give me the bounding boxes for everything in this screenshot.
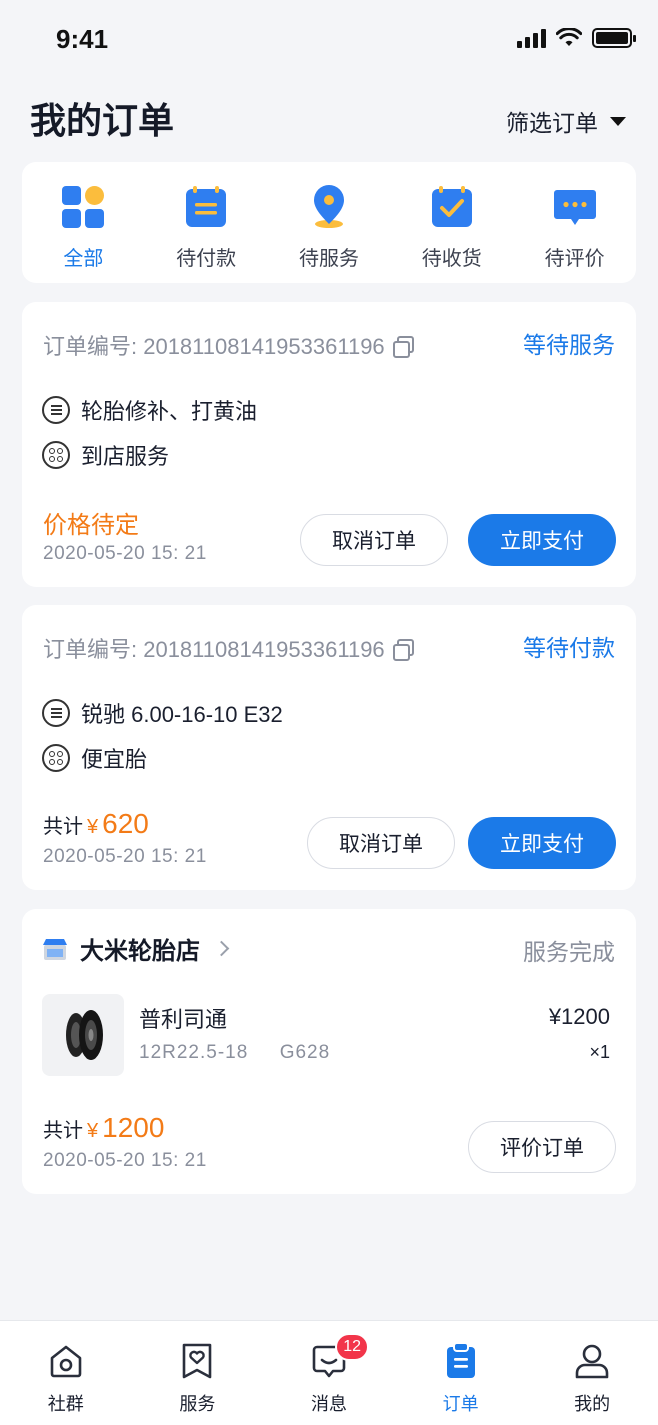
caret-down-icon bbox=[610, 116, 626, 126]
message-count-badge: 12 bbox=[335, 1333, 370, 1361]
tab-messages[interactable]: 12 消息 bbox=[263, 1321, 395, 1425]
order-item-line: 锐驰 6.00-16-10 E32 bbox=[42, 697, 283, 729]
cancel-order-button[interactable]: 取消订单 bbox=[300, 514, 448, 566]
cancel-order-button[interactable]: 取消订单 bbox=[307, 817, 455, 869]
tab-community[interactable]: 社群 bbox=[0, 1321, 132, 1425]
shop-icon bbox=[43, 938, 67, 960]
category-pending-review[interactable]: 待评价 bbox=[513, 162, 636, 283]
order-status: 等待服务 bbox=[523, 332, 615, 358]
list-icon bbox=[42, 396, 70, 424]
status-time: 9:41 bbox=[56, 24, 109, 54]
pending-payment-icon bbox=[186, 186, 227, 227]
order-card: 大米轮胎店 服务完成 普利司通 12R22.5-18 G628 ¥1200 ×1… bbox=[22, 909, 636, 1194]
product-price: ¥1200 bbox=[548, 1004, 610, 1029]
product-spec: 12R22.5-18 G628 bbox=[139, 1042, 331, 1063]
page-title: 我的订单 bbox=[30, 100, 175, 141]
shop-link[interactable]: 大米轮胎店 bbox=[42, 931, 230, 966]
chevron-right-icon bbox=[213, 940, 230, 957]
order-category-bar: 全部 待付款 待服务 待收货 待评价 bbox=[22, 162, 636, 283]
shop-name: 大米轮胎店 bbox=[80, 938, 200, 965]
list-icon bbox=[42, 699, 70, 727]
total-currency: ¥ bbox=[87, 816, 99, 838]
bottom-tab-bar: 社群 服务 12 消息 订单 我的 bbox=[0, 1320, 658, 1425]
order-card: 订单编号: 20181108141953361196 等待付款 锐驰 6.00-… bbox=[22, 605, 636, 890]
pending-receipt-icon bbox=[431, 186, 472, 227]
order-time: 2020-05-20 15: 21 bbox=[43, 846, 207, 867]
order-number: 订单编号: 20181108141953361196 bbox=[43, 637, 385, 662]
community-icon bbox=[50, 1345, 82, 1378]
battery-icon bbox=[592, 28, 636, 48]
grid-icon bbox=[42, 744, 70, 772]
total-label: 共计 bbox=[43, 1120, 83, 1142]
order-service-line: 便宜胎 bbox=[42, 742, 147, 774]
tab-service[interactable]: 服务 bbox=[132, 1321, 264, 1425]
pay-now-button[interactable]: 立即支付 bbox=[468, 514, 616, 566]
signal-icon bbox=[517, 28, 546, 48]
category-pending-payment[interactable]: 待付款 bbox=[145, 162, 268, 283]
category-pending-service-label: 待服务 bbox=[298, 248, 359, 270]
category-pending-service[interactable]: 待服务 bbox=[268, 162, 391, 283]
order-total: 共计 ¥ 620 bbox=[43, 808, 149, 840]
tab-orders-label: 订单 bbox=[442, 1394, 479, 1414]
order-card: 订单编号: 20181108141953361196 等待服务 轮胎修补、打黄油… bbox=[22, 302, 636, 587]
pay-now-button[interactable]: 立即支付 bbox=[468, 817, 616, 869]
category-pending-receipt[interactable]: 待收货 bbox=[390, 162, 513, 283]
orders-icon bbox=[446, 1342, 475, 1378]
price-pending: 价格待定 bbox=[43, 512, 139, 539]
filter-orders-label: 筛选订单 bbox=[506, 110, 598, 136]
category-pending-payment-label: 待付款 bbox=[176, 248, 237, 270]
all-orders-icon bbox=[62, 186, 105, 228]
order-service: 便宜胎 bbox=[81, 747, 148, 772]
total-value: 620 bbox=[102, 808, 149, 839]
category-all-label: 全部 bbox=[63, 248, 104, 270]
wifi-icon bbox=[556, 28, 582, 46]
profile-icon bbox=[575, 1344, 609, 1379]
copy-icon[interactable] bbox=[392, 639, 414, 661]
order-status: 等待付款 bbox=[523, 635, 615, 661]
status-bar: 9:41 bbox=[0, 0, 658, 80]
tab-profile[interactable]: 我的 bbox=[526, 1321, 658, 1425]
order-total: 共计 ¥ 1200 bbox=[43, 1112, 164, 1144]
category-all[interactable]: 全部 bbox=[22, 162, 145, 283]
tab-service-label: 服务 bbox=[179, 1394, 216, 1414]
grid-icon bbox=[42, 441, 70, 469]
product-name: 普利司通 bbox=[139, 1007, 228, 1032]
order-status: 服务完成 bbox=[523, 939, 615, 965]
order-item-line: 轮胎修补、打黄油 bbox=[42, 394, 257, 426]
total-label: 共计 bbox=[43, 816, 83, 838]
tab-messages-label: 消息 bbox=[310, 1394, 347, 1414]
tab-orders[interactable]: 订单 bbox=[395, 1321, 527, 1425]
order-time: 2020-05-20 15: 21 bbox=[43, 1150, 207, 1171]
total-value: 1200 bbox=[102, 1112, 165, 1143]
product-image[interactable] bbox=[42, 994, 124, 1076]
order-time: 2020-05-20 15: 21 bbox=[43, 543, 207, 564]
total-currency: ¥ bbox=[87, 1120, 99, 1142]
product-quantity: ×1 bbox=[589, 1042, 610, 1062]
pending-review-icon bbox=[553, 190, 596, 225]
pending-service-icon bbox=[313, 185, 344, 228]
order-service-line: 到店服务 bbox=[42, 439, 169, 471]
order-item: 锐驰 6.00-16-10 E32 bbox=[81, 702, 283, 727]
category-pending-review-label: 待评价 bbox=[544, 248, 605, 270]
order-number: 订单编号: 20181108141953361196 bbox=[43, 334, 385, 359]
tire-icon bbox=[66, 1010, 103, 1060]
tab-profile-label: 我的 bbox=[574, 1394, 611, 1414]
tab-community-label: 社群 bbox=[47, 1394, 84, 1414]
service-icon bbox=[183, 1343, 212, 1379]
order-item: 轮胎修补、打黄油 bbox=[81, 399, 258, 424]
order-service: 到店服务 bbox=[81, 444, 170, 469]
filter-orders-button[interactable]: 筛选订单 bbox=[506, 104, 626, 138]
copy-icon[interactable] bbox=[392, 336, 414, 358]
category-pending-receipt-label: 待收货 bbox=[421, 248, 482, 270]
review-order-button[interactable]: 评价订单 bbox=[468, 1121, 616, 1173]
